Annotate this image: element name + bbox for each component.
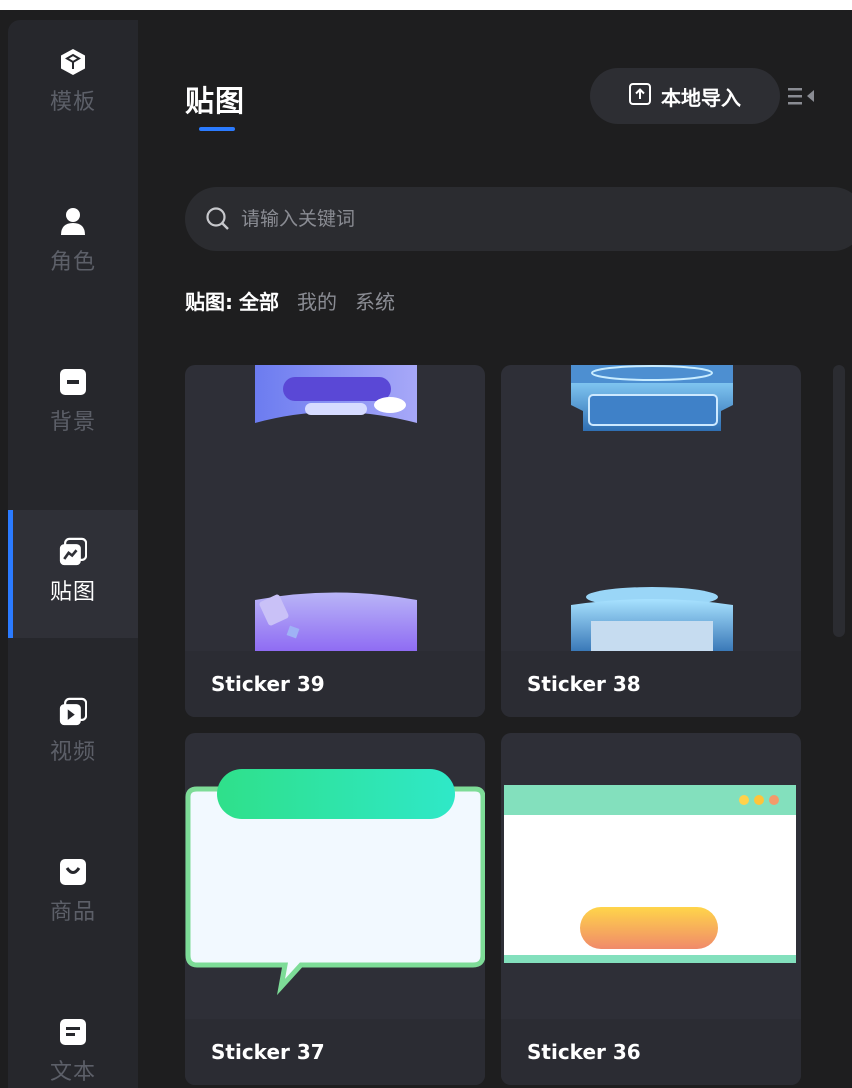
sticker-name: Sticker 38 xyxy=(501,651,801,717)
text-icon xyxy=(59,1018,87,1046)
filter-option-mine[interactable]: 我的 xyxy=(297,286,337,315)
background-icon xyxy=(59,368,87,396)
local-import-label: 本地导入 xyxy=(661,85,741,110)
sticker-card[interactable]: Sticker 36 xyxy=(501,733,801,1085)
sidebar-item-label: 模板 xyxy=(49,90,96,115)
search-bar xyxy=(185,187,852,251)
sidebar-item-label: 商品 xyxy=(49,900,96,925)
sticker-thumbnail xyxy=(255,365,417,651)
filter-label: 贴图: xyxy=(185,290,233,314)
sticker-card[interactable]: Sticker 38 xyxy=(501,365,801,717)
search-icon xyxy=(205,206,231,232)
sidebar-item-label: 贴图 xyxy=(49,580,96,605)
sidebar-item-label: 角色 xyxy=(49,250,96,275)
scrollbar[interactable] xyxy=(833,365,845,637)
sidebar-item-label: 视频 xyxy=(49,740,96,765)
sidebar-item-character[interactable]: 角色 xyxy=(8,180,138,308)
sticker-icon xyxy=(59,537,87,566)
sidebar-item-sticker[interactable]: 贴图 xyxy=(8,510,138,638)
sticker-thumbnail xyxy=(504,785,796,963)
person-icon xyxy=(59,208,87,236)
sidebar-item-background[interactable]: 背景 xyxy=(8,340,138,468)
sticker-panel: 模板 角色 背景 贴图 视频 商品 文本 贴图 本地导入 请输入关键词 贴图: … xyxy=(0,10,852,1088)
cube-icon xyxy=(59,48,87,76)
sticker-card[interactable]: Sticker 39 xyxy=(185,365,485,717)
sticker-thumbnail xyxy=(571,365,733,651)
sticker-filter: 贴图: 全部 我的 系统 xyxy=(185,286,395,315)
title-underline xyxy=(199,127,235,131)
upload-icon xyxy=(629,82,651,110)
sidebar-item-template[interactable]: 模板 xyxy=(8,20,138,148)
filter-option-system[interactable]: 系统 xyxy=(355,286,395,315)
page-title: 贴图 xyxy=(185,84,246,118)
sticker-card[interactable]: Sticker 37 xyxy=(185,733,485,1085)
local-import-button[interactable]: 本地导入 xyxy=(590,68,780,124)
shopping-bag-icon xyxy=(59,858,87,886)
sidebar-item-product[interactable]: 商品 xyxy=(8,830,138,958)
search-input[interactable] xyxy=(239,207,803,231)
left-sidebar: 模板 角色 背景 贴图 视频 商品 文本 xyxy=(8,20,138,1088)
video-icon xyxy=(59,697,87,726)
sidebar-item-video[interactable]: 视频 xyxy=(8,670,138,798)
sidebar-item-text[interactable]: 文本 xyxy=(8,990,138,1088)
sticker-name: Sticker 39 xyxy=(185,651,485,717)
filter-option-all[interactable]: 全部 xyxy=(239,286,279,315)
sidebar-item-label: 文本 xyxy=(49,1060,96,1085)
collapse-panel-icon[interactable] xyxy=(788,86,816,106)
sticker-name: Sticker 37 xyxy=(185,1019,485,1085)
sticker-name: Sticker 36 xyxy=(501,1019,801,1085)
sticker-thumbnail xyxy=(185,769,485,996)
sidebar-item-label: 背景 xyxy=(49,410,96,435)
